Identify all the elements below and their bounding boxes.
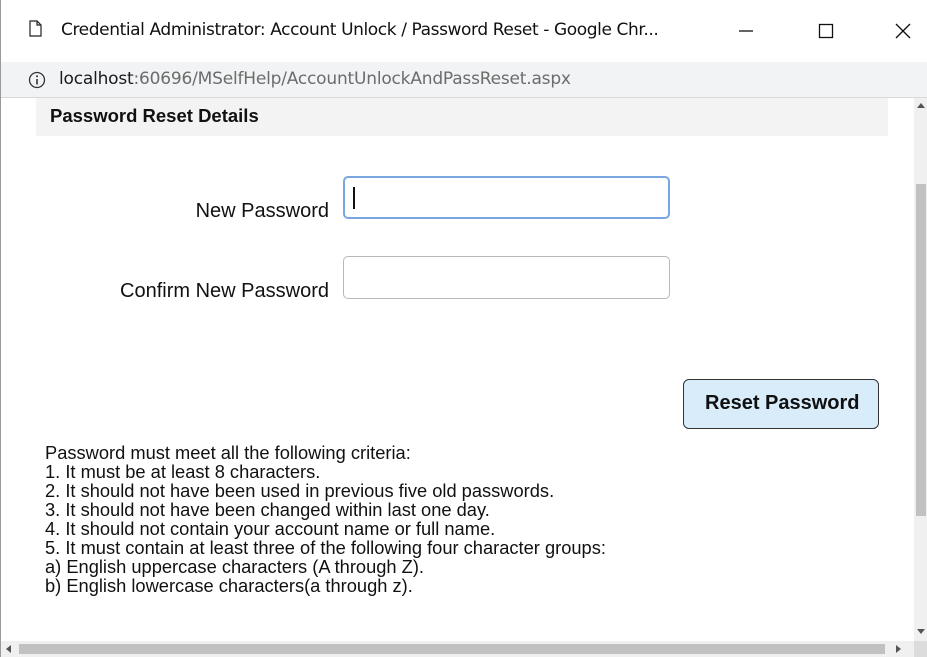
url-path: :60696/MSelfHelp/AccountUnlockAndPassRes… [133, 69, 571, 89]
criteria-line: 1. It must be at least 8 characters. [45, 461, 321, 482]
url-text[interactable]: localhost:60696/MSelfHelp/AccountUnlockA… [59, 69, 571, 89]
close-icon [895, 23, 911, 39]
scrollbar-corner [914, 641, 927, 657]
new-password-field[interactable] [343, 176, 670, 219]
scroll-up-icon[interactable] [917, 103, 925, 108]
title-bar: Credential Administrator: Account Unlock… [1, 0, 927, 62]
close-button[interactable] [873, 8, 927, 54]
horizontal-scrollbar[interactable] [1, 641, 914, 657]
scroll-down-icon[interactable] [917, 629, 925, 634]
address-bar[interactable]: localhost:60696/MSelfHelp/AccountUnlockA… [1, 62, 927, 98]
vertical-scroll-thumb[interactable] [916, 184, 926, 516]
criteria-line: Password must meet all the following cri… [45, 442, 411, 463]
minimize-button[interactable] [716, 8, 776, 54]
scroll-right-icon[interactable] [896, 645, 901, 653]
criteria-line: 5. It must contain at least three of the… [45, 537, 606, 558]
scroll-left-icon[interactable] [6, 645, 11, 653]
criteria-line: 4. It should not contain your account na… [45, 518, 496, 539]
info-icon[interactable] [28, 71, 46, 89]
criteria-line: 3. It should not have been changed withi… [45, 499, 490, 520]
criteria-line: b) English lowercase characters(a throug… [45, 575, 413, 596]
reset-password-button[interactable]: Reset Password [683, 379, 879, 429]
document-icon [29, 20, 42, 37]
vertical-scrollbar[interactable] [914, 98, 927, 641]
section-title: Password Reset Details [36, 98, 888, 136]
text-caret [353, 187, 355, 209]
maximize-button[interactable] [796, 8, 856, 54]
confirm-password-field[interactable] [343, 256, 670, 299]
password-criteria: Password must meet all the following cri… [45, 443, 606, 595]
minimize-icon [739, 30, 753, 32]
criteria-line: 2. It should not have been used in previ… [45, 480, 555, 501]
horizontal-scroll-thumb[interactable] [19, 644, 885, 654]
confirm-password-label: Confirm New Password [120, 280, 329, 302]
url-host: localhost [59, 69, 134, 89]
maximize-icon [818, 23, 834, 39]
page-content: Password Reset Details New Password Conf… [1, 98, 914, 641]
window-title: Credential Administrator: Account Unlock… [61, 20, 659, 40]
new-password-label: New Password [195, 200, 329, 222]
browser-window: Credential Administrator: Account Unlock… [0, 0, 927, 657]
criteria-line: a) English uppercase characters (A throu… [45, 556, 425, 577]
